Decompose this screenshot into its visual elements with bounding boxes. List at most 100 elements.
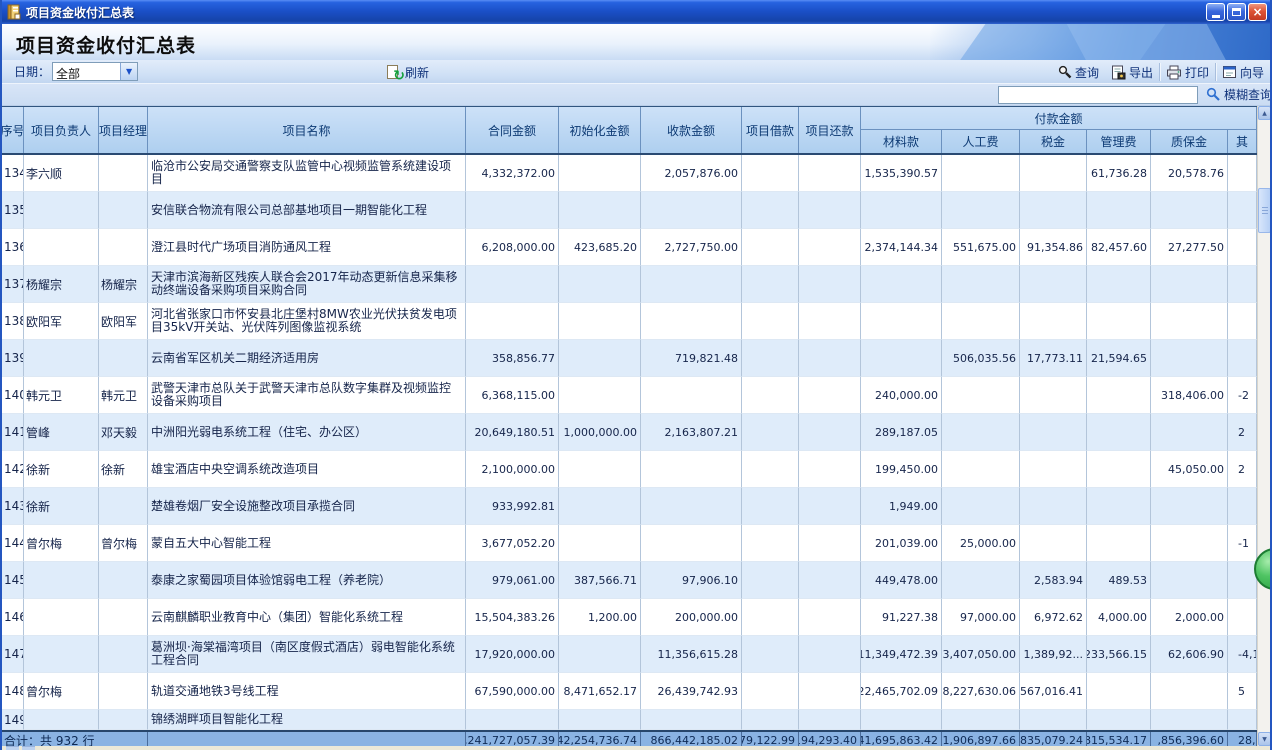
app-icon [6,4,22,20]
cell-tax [1020,414,1087,451]
hscroll-fragment[interactable] [6,746,19,750]
cell-init [559,155,641,192]
cell-manager: 徐新 [99,451,148,488]
cell-other [1228,488,1257,525]
col-header-leader[interactable]: 项目负责人 [24,107,99,153]
cell-leader: 徐新 [24,488,99,525]
refresh-arrows-glyph: ↻ [393,69,405,83]
cell-leader: 韩元卫 [24,377,99,414]
col-header-project-name[interactable]: 项目名称 [148,107,466,153]
cell-loan [742,266,799,303]
table-row[interactable]: 139云南省军区机关二期经济适用房358,856.77719,821.48506… [2,340,1257,377]
table-row[interactable]: 138欧阳军欧阳军河北省张家口市怀安县北庄堡村8MW农业光伏扶贫发电项目35kV… [2,303,1257,340]
table-row[interactable]: 140韩元卫韩元卫武警天津市总队关于武警天津市总队数字集群及视频监控设备采购项目… [2,377,1257,414]
cell-repay [799,525,861,562]
col-header-repay[interactable]: 项目还款 [799,107,861,153]
cell-labor [942,377,1020,414]
print-button[interactable]: 打印 [1160,61,1215,83]
date-dropdown[interactable]: 全部 ▼ [52,62,138,81]
hscroll-fragment[interactable] [22,746,35,750]
chevron-down-icon[interactable]: ▼ [120,63,137,80]
vertical-scrollbar[interactable]: ▲ ▼ [1257,106,1270,746]
fuzzy-search-label: 模糊查询 [1224,86,1270,103]
table-row[interactable]: 144曾尔梅曾尔梅蒙自五大中心智能工程3,677,052.20201,039.0… [2,525,1257,562]
cell-contract: 67,590,000.00 [466,673,559,710]
cell-loan [742,377,799,414]
query-button[interactable]: 查询 [1052,61,1105,83]
cell-labor [942,488,1020,525]
table-row[interactable]: 142徐新徐新雄宝酒店中央空调系统改造项目2,100,000.00199,450… [2,451,1257,488]
table-row[interactable]: 149锦绣湖畔项目智能化工程 [2,710,1257,730]
export-button[interactable]: 导出 [1105,61,1159,83]
titlebar: 项目资金收付汇总表 × [2,0,1270,24]
close-button[interactable]: × [1248,3,1267,21]
cell-init: 423,685.20 [559,229,641,266]
table-row[interactable]: 145泰康之家蜀园项目体验馆弱电工程（养老院）979,061.00387,566… [2,562,1257,599]
cell-repay [799,636,861,673]
fuzzy-search-button[interactable]: 模糊查询 [1206,86,1270,103]
cell-tax [1020,266,1087,303]
cell-receipt [641,710,742,730]
cell-manager [99,229,148,266]
table-row[interactable]: 143徐新楚雄卷烟厂安全设施整改项目承揽合同933,992.811,949.00 [2,488,1257,525]
cell-no: 142 [2,451,24,488]
table-row[interactable]: 136澄江县时代广场项目消防通风工程6,208,000.00423,685.20… [2,229,1257,266]
cell-no: 139 [2,340,24,377]
table-row[interactable]: 146云南麒麟职业教育中心（集团）智能化系统工程15,504,383.261,2… [2,599,1257,636]
table-row[interactable]: 147葛洲坝·海棠福湾项目（南区度假式酒店）弱电智能化系统工程合同17,920,… [2,636,1257,673]
cell-no: 140 [2,377,24,414]
col-header-manager[interactable]: 项目经理 [99,107,148,153]
search-input[interactable] [998,86,1198,104]
cell-leader [24,340,99,377]
col-header-payment-group: 付款金额 [861,107,1257,130]
cell-leader [24,192,99,229]
cell-init [559,451,641,488]
scroll-down-icon[interactable]: ▼ [1258,732,1271,746]
table-row[interactable]: 134李六顺临沧市公安局交通警察支队监管中心视频监管系统建设项目4,332,37… [2,155,1257,192]
table-row[interactable]: 135安信联合物流有限公司总部基地项目一期智能化工程 [2,192,1257,229]
cell-other: -2 [1228,377,1257,414]
col-header-labor[interactable]: 人工费 [942,130,1020,153]
col-header-other[interactable]: 其 [1228,130,1257,153]
refresh-button[interactable]: ↻ 刷新 [386,62,429,82]
cell-name: 轨道交通地铁3号线工程 [148,673,466,710]
cell-other [1228,155,1257,192]
wizard-button[interactable]: 向导 [1216,61,1270,83]
minimize-button[interactable] [1206,3,1225,21]
table-row[interactable]: 137杨耀宗杨耀宗天津市滨海新区残疾人联合会2017年动态更新信息采集移动终端设… [2,266,1257,303]
cell-repay [799,488,861,525]
col-header-material[interactable]: 材料款 [861,130,942,153]
col-header-mgmt[interactable]: 管理费 [1087,130,1151,153]
cell-contract: 4,332,372.00 [466,155,559,192]
scrollbar-thumb[interactable] [1258,188,1271,233]
maximize-button[interactable] [1227,3,1246,21]
cell-tax: 17,773.11 [1020,340,1087,377]
cell-material [861,710,942,730]
col-header-tax[interactable]: 税金 [1020,130,1087,153]
cell-init: 1,000,000.00 [559,414,641,451]
minimize-icon [1212,15,1220,18]
cell-warranty: 2,000.00 [1151,599,1228,636]
export-icon [1111,65,1126,80]
scroll-up-icon[interactable]: ▲ [1258,106,1271,120]
cell-warranty [1151,266,1228,303]
cell-init: 1,200.00 [559,599,641,636]
cell-labor [942,266,1020,303]
cell-name: 中洲阳光弱电系统工程（住宅、办公区） [148,414,466,451]
col-header-contract[interactable]: 合同金额 [466,107,559,153]
col-header-loan[interactable]: 项目借款 [742,107,799,153]
cell-other [1228,599,1257,636]
col-header-init[interactable]: 初始化金额 [559,107,641,153]
cell-loan [742,414,799,451]
cell-mgmt [1087,303,1151,340]
cell-leader [24,636,99,673]
table-row[interactable]: 141管峰邓天毅中洲阳光弱电系统工程（住宅、办公区）20,649,180.511… [2,414,1257,451]
cell-loan [742,525,799,562]
col-header-receipt[interactable]: 收款金额 [641,107,742,153]
cell-leader: 曾尔梅 [24,673,99,710]
col-header-warranty[interactable]: 质保金 [1151,130,1228,153]
cell-other: 2 [1228,451,1257,488]
col-header-no[interactable]: 序号 [2,107,24,153]
cell-loan [742,673,799,710]
table-row[interactable]: 148曾尔梅轨道交通地铁3号线工程67,590,000.008,471,652.… [2,673,1257,710]
